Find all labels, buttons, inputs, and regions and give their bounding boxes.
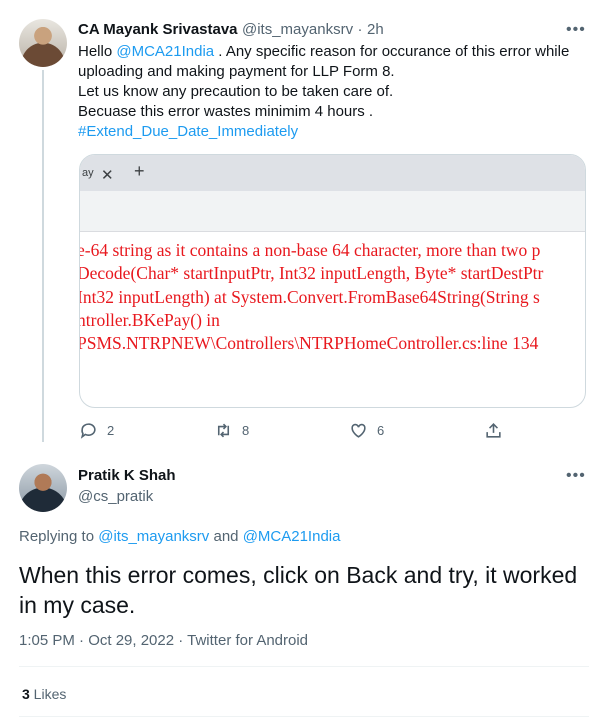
tweet2-more-icon[interactable]: •••: [566, 467, 586, 485]
share-icon: [486, 423, 501, 438]
browser-tab-bar: ay ✕ +: [80, 155, 585, 191]
retweet-button[interactable]: 8: [214, 421, 249, 440]
error-message: e-64 string as it contains a non-base 64…: [79, 239, 544, 355]
tweet2-handle[interactable]: @cs_pratik: [78, 488, 153, 505]
likes-summary[interactable]: 3 Likes: [22, 686, 66, 702]
tweet2-display-name[interactable]: Pratik K Shah: [78, 467, 176, 484]
tweet1-line-4: Becuase this error wastes minimim 4 hour…: [78, 103, 374, 120]
tweet1-time[interactable]: 2h: [367, 21, 384, 38]
heart-icon: [351, 423, 366, 438]
error-line: Decode(Char* startInputPtr, Int32 inputL…: [79, 263, 544, 284]
error-line: PSMS.NTRPNEW\Controllers\NTRPHomeControl…: [79, 333, 539, 354]
tweet1-line-3: Let us know any precaution to be taken c…: [78, 83, 394, 100]
tweet1-header: CA Mayank Srivastava @its_mayanksrv · 2h: [78, 21, 384, 39]
tab-close-icon: ✕: [101, 167, 114, 184]
likes-count: 3: [22, 686, 30, 702]
tweet2-timestamp[interactable]: 1:05 PM · Oct 29, 2022 · Twitter for And…: [19, 632, 308, 649]
replying-user-mayank[interactable]: @its_mayanksrv: [98, 528, 209, 545]
thread-connector-line: [42, 70, 44, 442]
tweet1-line-1: Hello @MCA21India . Any specific reason …: [78, 42, 588, 62]
replying-and: and: [209, 528, 243, 545]
like-count: 6: [377, 423, 385, 438]
tweet1-separator: ·: [357, 21, 363, 38]
share-button[interactable]: [484, 421, 503, 440]
browser-tab: ay ✕: [80, 157, 130, 191]
tweet1-handle[interactable]: @its_mayanksrv: [242, 21, 353, 38]
retweet-count: 8: [242, 423, 250, 438]
mention-mca21india[interactable]: @MCA21India: [116, 43, 214, 60]
replying-prefix: Replying to: [19, 528, 99, 545]
avatar-pratik[interactable]: [19, 464, 67, 512]
tweet2-text-line-2: in my case.: [19, 592, 136, 618]
avatar-mayank[interactable]: [19, 19, 67, 67]
replying-user-mca21india[interactable]: @MCA21India: [243, 528, 341, 545]
reply-icon: [80, 423, 96, 439]
likes-label: Likes: [29, 686, 67, 702]
tweet1-more-icon[interactable]: •••: [566, 21, 586, 39]
tweet1-line-1-pre: Hello: [78, 43, 117, 60]
browser-address-bar: [80, 191, 585, 232]
error-line: e-64 string as it contains a non-base 64…: [79, 240, 541, 260]
tweet1-display-name[interactable]: CA Mayank Srivastava: [78, 21, 238, 38]
divider: [19, 716, 589, 717]
tweet1-line-1-post: . Any specific reason for occurance of t…: [214, 43, 570, 60]
tweet1-media-image[interactable]: ay ✕ + e-64 string as it contains a non-…: [79, 154, 586, 408]
tweet1-text: Hello @MCA21India . Any specific reason …: [78, 42, 588, 142]
new-tab-icon: +: [134, 161, 145, 181]
error-line: Int32 inputLength) at System.Convert.Fro…: [79, 286, 540, 307]
hashtag-link[interactable]: #Extend_Due_Date_Immediately: [78, 122, 588, 142]
like-button[interactable]: 6: [349, 421, 384, 440]
divider: [19, 666, 589, 667]
tweet1-line-2: uploading and making payment for LLP For…: [78, 63, 395, 80]
replying-to: Replying to @its_mayanksrv and @MCA21Ind…: [19, 528, 340, 545]
browser-tab-label: ay: [82, 167, 94, 179]
reply-button[interactable]: 2: [79, 421, 114, 440]
retweet-icon: [217, 423, 230, 438]
tweet2-text-line-1: When this error comes, click on Back and…: [19, 562, 578, 588]
tweet2-text: When this error comes, click on Back and…: [19, 560, 589, 620]
error-line: ntroller.BKePay() in: [79, 309, 220, 330]
reply-count: 2: [107, 423, 115, 438]
